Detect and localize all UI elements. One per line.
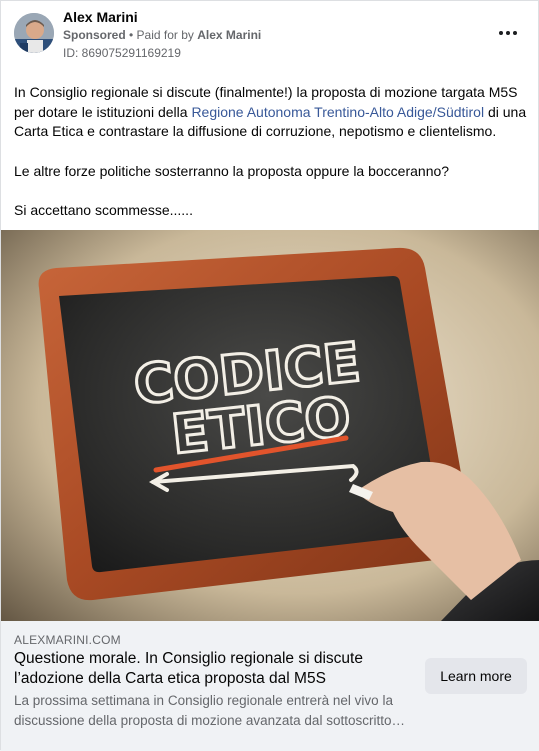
link-description: La prossima settimana in Consiglio regio… bbox=[14, 693, 405, 728]
link-headline[interactable]: Questione morale. In Consiglio regionale… bbox=[14, 649, 404, 689]
region-link[interactable]: Regione Autonoma Trentino-Alto Adige/Süd… bbox=[191, 104, 484, 120]
author-name[interactable]: Alex Marini bbox=[63, 9, 138, 25]
ad-id: ID: 869075291169219 bbox=[63, 46, 181, 60]
post-paragraph-2: Le altre forze politiche sosterranno la … bbox=[14, 162, 450, 179]
ad-post-card: Alex Marini Sponsored • Paid for by Alex… bbox=[0, 0, 539, 751]
link-preview[interactable]: ALEXMARINI.COM Questione morale. In Cons… bbox=[1, 621, 539, 751]
paid-by-name[interactable]: Alex Marini bbox=[197, 28, 261, 42]
author-avatar[interactable] bbox=[14, 13, 54, 53]
paid-for-prefix: • Paid for by bbox=[125, 28, 198, 42]
post-paragraph-1: In Consiglio regionale si discute (final… bbox=[14, 84, 527, 139]
chalkboard-illustration: CODICE ETICO bbox=[1, 230, 539, 621]
post-header: Alex Marini Sponsored • Paid for by Alex… bbox=[1, 1, 539, 71]
link-domain: ALEXMARINI.COM bbox=[14, 633, 121, 647]
more-horizontal-icon[interactable] bbox=[495, 23, 521, 43]
learn-more-button[interactable]: Learn more bbox=[425, 658, 527, 694]
sponsored-line: Sponsored • Paid for by Alex Marini bbox=[63, 28, 261, 42]
post-body: In Consiglio regionale si discute (final… bbox=[14, 83, 530, 221]
post-image[interactable]: CODICE ETICO bbox=[1, 230, 539, 621]
post-paragraph-3: Si accettano scommesse...... bbox=[14, 202, 193, 218]
sponsored-label[interactable]: Sponsored bbox=[63, 28, 126, 42]
